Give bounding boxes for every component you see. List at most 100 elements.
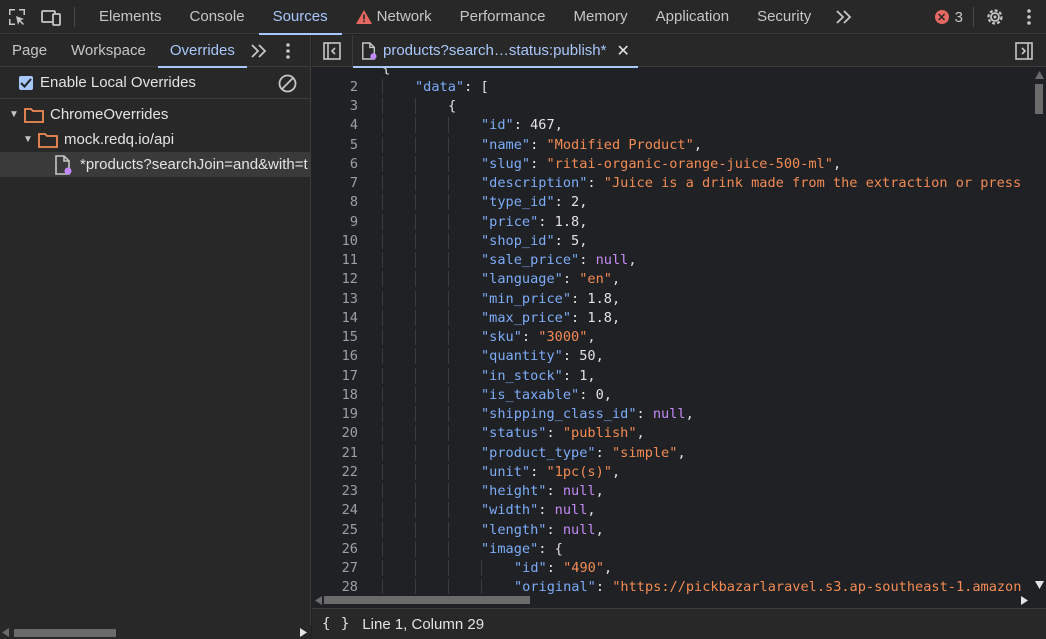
error-counter[interactable]: ✕ 3: [925, 9, 973, 26]
indent-guide: [481, 579, 482, 594]
code-line: 18 "is_taxable": 0,: [312, 385, 1032, 404]
json-punctuation: ,: [611, 463, 621, 480]
enable-overrides-checkbox[interactable]: [19, 75, 33, 90]
json-key: "status": [481, 425, 547, 442]
json-punctuation: : {: [538, 540, 563, 557]
json-value: 0: [595, 386, 604, 403]
more-tabs-chevron-icon[interactable]: [829, 9, 859, 24]
code-line: 14 "max_price": 1.8,: [312, 308, 1032, 327]
indent-guide: [448, 232, 449, 249]
tab-network[interactable]: Network: [342, 0, 446, 34]
enable-overrides-row: Enable Local Overrides: [0, 67, 310, 99]
line-content: "product_type": "simple",: [382, 444, 686, 461]
scroll-right-arrow-icon[interactable]: [1021, 596, 1029, 605]
scroll-right-arrow-icon[interactable]: [300, 628, 308, 637]
tab-memory[interactable]: Memory: [560, 0, 642, 34]
json-punctuation: ,: [579, 194, 588, 211]
device-toolbar-icon[interactable]: [34, 0, 68, 34]
tab-performance[interactable]: Performance: [446, 0, 560, 34]
code-line: 17 "in_stock": 1,: [312, 366, 1032, 385]
inspect-element-icon[interactable]: [0, 0, 34, 34]
json-value: 1.8: [587, 309, 612, 326]
tab-application[interactable]: Application: [642, 0, 743, 34]
code-line: 13 "min_price": 1.8,: [312, 289, 1032, 308]
tab-sources[interactable]: Sources: [258, 0, 342, 35]
json-value: 1.8: [587, 290, 612, 307]
devtools-toolbar: Elements Console Sources Network Perform…: [0, 0, 1046, 35]
tree-item-domain[interactable]: ▼ mock.redq.io/api: [0, 127, 310, 152]
scrollbar-thumb[interactable]: [14, 629, 116, 637]
toolbar-divider: [74, 6, 75, 27]
warning-icon: [355, 9, 372, 24]
code-editor[interactable]: { 2"data": [3{4"id": 467,5"name": "Modif…: [312, 68, 1046, 594]
scrollbar-thumb[interactable]: [1035, 84, 1043, 114]
indent-guide: [382, 521, 383, 538]
line-content: "is_taxable": 0,: [382, 386, 612, 403]
json-key: "type_id": [481, 194, 555, 211]
settings-gear-icon[interactable]: [978, 0, 1012, 34]
line-number: 26: [341, 540, 358, 557]
indent-guide: [382, 232, 383, 249]
editor-vertical-scrollbar[interactable]: [1032, 68, 1046, 594]
indent-guide: [382, 483, 383, 500]
scroll-up-arrow-icon[interactable]: [1035, 71, 1044, 79]
indent-guide: [382, 136, 383, 153]
navigator-menu-icon[interactable]: [273, 42, 303, 60]
code-line: 19 "shipping_class_id": null,: [312, 405, 1032, 424]
indent-guide: [481, 560, 482, 577]
indent-guide: [448, 483, 449, 500]
expanded-arrow-icon[interactable]: ▼: [8, 109, 20, 120]
code-line: 15 "sku": "3000",: [312, 328, 1032, 347]
json-punctuation: ,: [587, 502, 596, 519]
line-number: 5: [349, 136, 358, 153]
indent-guide: [448, 309, 449, 326]
indent-guide: [415, 232, 416, 249]
pretty-print-button[interactable]: { }: [322, 616, 350, 632]
line-content: "length": null,: [382, 521, 604, 538]
more-tabs-chevron-icon[interactable]: [247, 43, 271, 58]
tree-item-override-file[interactable]: *products?searchJoin=and&with=t: [0, 152, 310, 177]
tab-security[interactable]: Security: [743, 0, 825, 34]
clear-overrides-icon[interactable]: [278, 74, 297, 93]
json-value: "Modified Product": [546, 136, 694, 153]
scroll-down-arrow-icon[interactable]: [1035, 581, 1044, 589]
json-value: "3000": [538, 329, 588, 346]
scroll-left-arrow-icon[interactable]: [2, 628, 10, 637]
line-content: "shipping_class_id": null,: [382, 406, 694, 423]
expanded-arrow-icon[interactable]: ▼: [22, 134, 34, 145]
scrollbar-thumb[interactable]: [324, 596, 530, 604]
json-key: "image": [481, 540, 539, 557]
code-line: 10 "shop_id": 5,: [312, 231, 1032, 250]
editor-horizontal-scrollbar[interactable]: [312, 594, 1032, 607]
toggle-navigator-icon[interactable]: [312, 35, 352, 67]
json-value: "490": [563, 560, 605, 577]
line-number: 6: [349, 155, 358, 172]
line-number: 23: [341, 483, 358, 500]
navigator-horizontal-scrollbar[interactable]: [0, 625, 311, 639]
tab-elements[interactable]: Elements: [85, 0, 176, 34]
customize-menu-icon[interactable]: [1012, 0, 1046, 34]
enable-overrides-label[interactable]: Enable Local Overrides: [40, 74, 196, 91]
indent-guide: [415, 194, 416, 211]
json-punctuation: ,: [579, 232, 588, 249]
tab-workspace[interactable]: Workspace: [59, 35, 158, 67]
toggle-debugger-icon[interactable]: [1004, 35, 1044, 67]
json-key: "description": [481, 175, 588, 192]
json-key: "shipping_class_id": [481, 406, 637, 423]
indent-guide: [415, 540, 416, 557]
json-punctuation: ,: [693, 136, 702, 153]
code-lines[interactable]: { 2"data": [3{4"id": 467,5"name": "Modif…: [312, 68, 1032, 594]
tab-label: Console: [189, 8, 245, 25]
close-tab-icon[interactable]: ✕: [616, 41, 629, 61]
line-content: "width": null,: [382, 502, 596, 519]
tab-overrides[interactable]: Overrides: [157, 35, 247, 68]
indent-guide: [415, 348, 416, 365]
tab-console[interactable]: Console: [176, 0, 259, 34]
scroll-left-arrow-icon[interactable]: [315, 596, 323, 605]
tree-item-chromeoverrides[interactable]: ▼ ChromeOverrides: [0, 102, 310, 127]
indent-guide: [415, 386, 416, 403]
tab-page[interactable]: Page: [0, 35, 59, 67]
json-value: null: [562, 483, 596, 500]
editor-tab-products[interactable]: products?search…status:publish* ✕: [352, 34, 638, 68]
indent-guide: [448, 194, 449, 211]
